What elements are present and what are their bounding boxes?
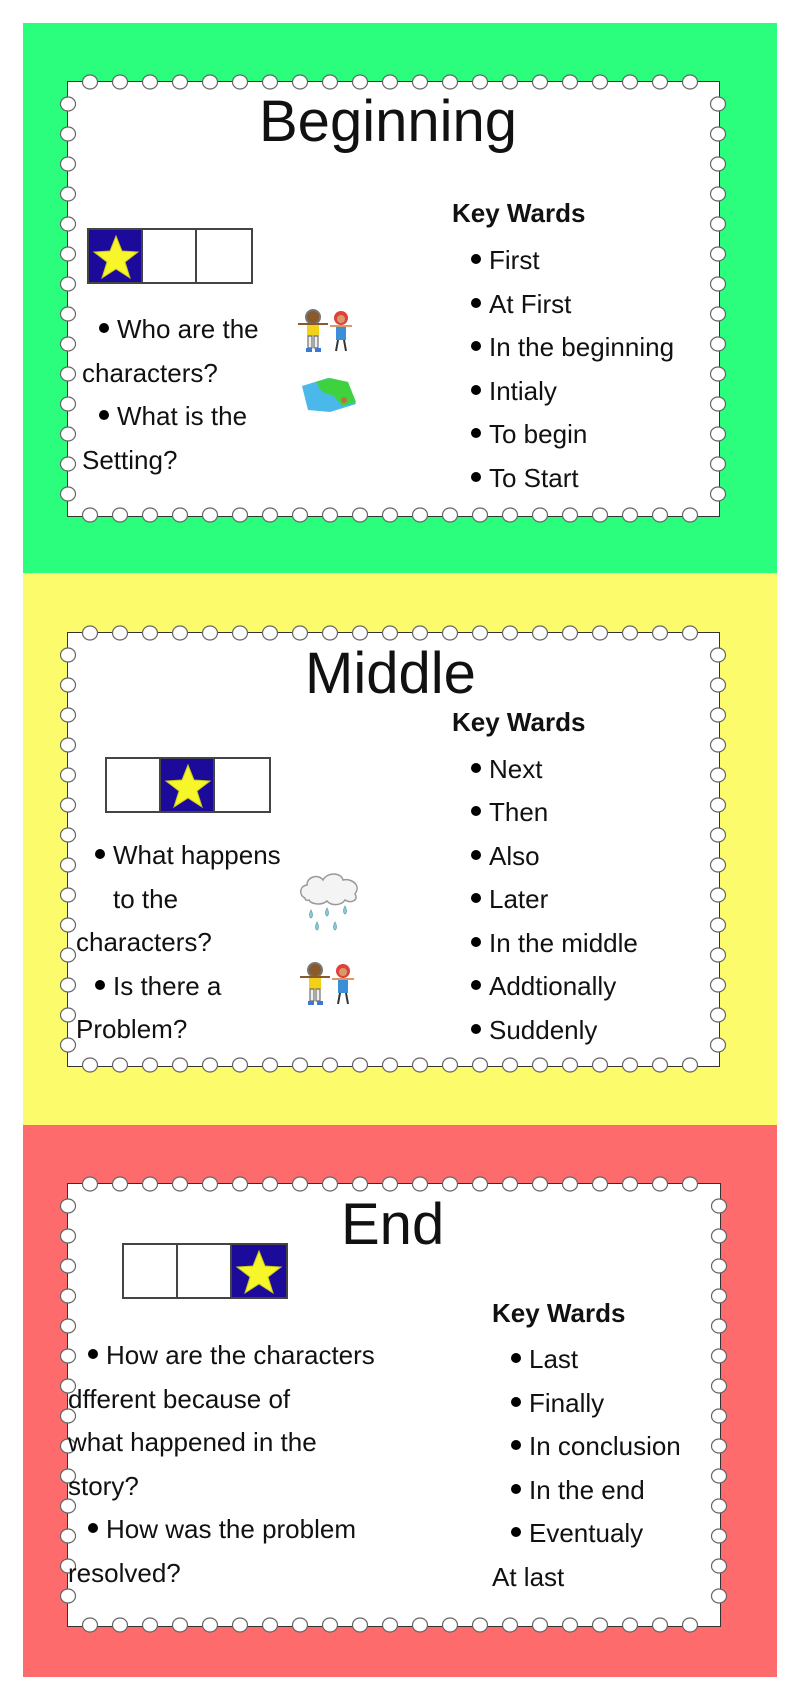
key-words-heading: Key Wards [452, 198, 586, 228]
question-line: What happens [95, 842, 281, 868]
key-word-item: First [471, 247, 540, 273]
bullet-icon [95, 980, 105, 991]
question-line: characters? [76, 927, 212, 957]
key-words-heading: Key Wards [492, 1298, 626, 1328]
question-line: story? [68, 1471, 139, 1501]
bullet-icon [511, 1527, 521, 1538]
indicator-cell [143, 230, 197, 282]
bullet-icon [471, 1024, 481, 1035]
story-position-indicator [105, 757, 271, 813]
key-words-heading: Key Wards [452, 707, 586, 737]
bullet-icon [471, 850, 481, 861]
indicator-cell-active [89, 230, 143, 282]
bullet-icon [511, 1397, 521, 1408]
star-icon [235, 1249, 283, 1295]
star-icon [164, 763, 212, 809]
indicator-cell [215, 759, 269, 811]
rain-cloud-icon [300, 873, 358, 931]
star-icon [92, 234, 140, 280]
key-word-item: Next [471, 756, 542, 782]
key-word-item: In conclusion [511, 1433, 681, 1459]
key-word-item: In the end [511, 1477, 645, 1503]
question-line: How was the problem [88, 1516, 356, 1542]
bullet-icon [471, 806, 481, 817]
indicator-cell-active [161, 759, 215, 811]
indicator-cell-active [232, 1245, 286, 1297]
children-icon [298, 309, 352, 352]
question-line: characters? [82, 358, 218, 388]
question-line: dfferent because of [68, 1384, 291, 1414]
key-word-item: Finally [511, 1390, 604, 1416]
card-title: Middle [305, 641, 476, 706]
indicator-cell [107, 759, 161, 811]
question-line: Who are the [99, 316, 259, 342]
key-word-item: Eventualy [511, 1520, 643, 1546]
key-word-item: Intialy [471, 378, 557, 404]
question-line: Problem? [76, 1014, 188, 1044]
story-position-indicator [87, 228, 253, 284]
key-word-item: Addtionally [471, 973, 616, 999]
bullet-icon [471, 254, 481, 265]
story-position-indicator [122, 1243, 288, 1299]
key-word-item: Also [471, 843, 540, 869]
question-line: What is the [99, 403, 247, 429]
bullet-icon [88, 1523, 98, 1534]
bullet-icon [471, 428, 481, 439]
map-icon [302, 378, 356, 412]
key-word-item: Then [471, 799, 548, 825]
bullet-icon [471, 341, 481, 352]
bullet-icon [471, 763, 481, 774]
key-word-extra: At last [492, 1562, 565, 1592]
key-word-item: At First [471, 291, 571, 317]
key-word-item: Last [511, 1346, 578, 1372]
bullet-icon [471, 385, 481, 396]
indicator-cell [124, 1245, 178, 1297]
question-line: to the [113, 884, 179, 914]
question-line: How are the characters [88, 1342, 375, 1368]
bullet-icon [99, 410, 109, 421]
bullet-icon [95, 849, 105, 860]
key-word-item: To begin [471, 421, 587, 447]
bullet-icon [471, 298, 481, 309]
children-icon [300, 962, 354, 1005]
bullet-icon [471, 893, 481, 904]
card-title: Beginning [259, 89, 517, 154]
question-line: Is there a [95, 973, 221, 999]
bullet-icon [88, 1349, 98, 1360]
bullet-icon [471, 980, 481, 991]
question-line: resolved? [68, 1558, 181, 1588]
bullet-icon [471, 937, 481, 948]
bullet-icon [511, 1353, 521, 1364]
key-word-item: Suddenly [471, 1017, 597, 1043]
card-title: End [341, 1192, 445, 1257]
bullet-icon [511, 1484, 521, 1495]
indicator-cell [178, 1245, 232, 1297]
bullet-icon [99, 323, 109, 334]
indicator-cell [197, 230, 251, 282]
question-line: what happened in the [68, 1427, 317, 1457]
question-line: Setting? [82, 445, 178, 475]
bullet-icon [471, 472, 481, 483]
bullet-icon [511, 1440, 521, 1451]
key-word-item: In the beginning [471, 334, 674, 360]
key-word-item: To Start [471, 465, 579, 491]
key-word-item: Later [471, 886, 548, 912]
key-word-item: In the middle [471, 930, 638, 956]
